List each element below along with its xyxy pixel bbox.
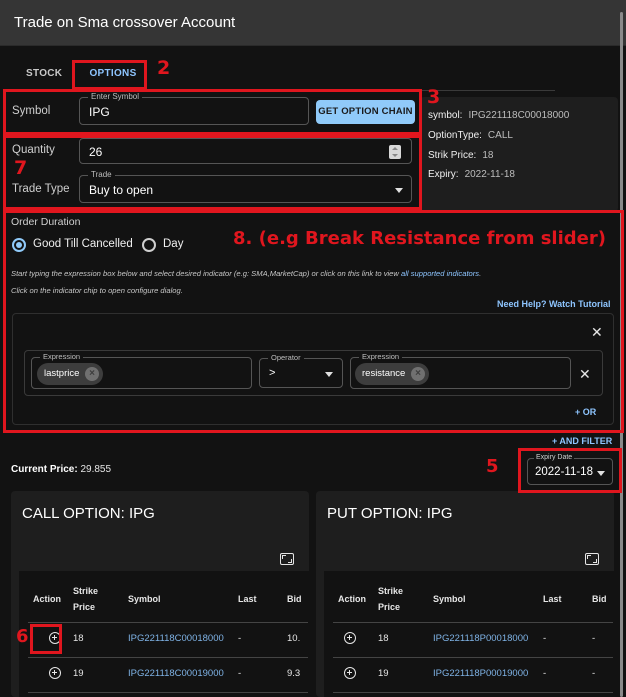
col-symbol: Symbol [433, 594, 466, 604]
cell-symbol[interactable]: IPG221118C00019000 [128, 668, 224, 679]
cell-last: - [238, 668, 242, 679]
cell-symbol[interactable]: IPG221118P00019000 [433, 668, 528, 679]
col-action: Action [33, 594, 61, 604]
call-card-title: CALL OPTION: IPG [22, 505, 155, 522]
cell-bid: 10. [287, 633, 301, 644]
annotation-box-add-action [30, 624, 62, 654]
annotation-number-6: 6 [16, 626, 29, 647]
row-divider [28, 692, 308, 693]
info-key: Strik Price: [428, 150, 477, 161]
info-value: 18 [482, 150, 494, 161]
info-expiry: Expiry: 2022-11-18 [428, 169, 515, 180]
cell-strike: 19 [378, 668, 389, 679]
annotation-number-3: 3 [427, 86, 441, 108]
annotation-box-symbol [3, 89, 422, 135]
current-price: Current Price: 29.855 [11, 464, 111, 475]
col-bid: Bid [287, 594, 302, 604]
fullscreen-icon[interactable] [280, 553, 294, 565]
info-option-type: OptionType: CALL [428, 130, 513, 141]
info-key: Expiry: [428, 169, 459, 180]
annotation-number-5: 5 [486, 456, 499, 477]
col-symbol: Symbol [128, 594, 161, 604]
cell-last: - [238, 633, 242, 644]
cell-strike: 18 [378, 633, 389, 644]
call-option-card: CALL OPTION: IPG Action Strike Price Sym… [11, 491, 309, 697]
dialog-title-bar: Trade on Sma crossover Account [0, 0, 626, 46]
put-option-card: PUT OPTION: IPG Action Strike Price Symb… [316, 491, 614, 697]
fullscreen-icon[interactable] [585, 553, 599, 565]
put-options-table: Action Strike Price Symbol Last Bid 18 I… [324, 571, 614, 697]
add-option-icon[interactable] [344, 667, 356, 679]
col-strike-price: Strike Price [73, 586, 99, 612]
cell-strike: 19 [73, 668, 84, 679]
call-options-table: Action Strike Price Symbol Last Bid 18 I… [19, 571, 309, 697]
cell-symbol[interactable]: IPG221118C00018000 [128, 633, 224, 644]
info-key: OptionType: [428, 130, 482, 141]
cell-last: - [543, 668, 547, 679]
annotation-box-options-tab [72, 60, 147, 90]
row-divider [28, 622, 308, 623]
annotation-number-2: 2 [157, 57, 171, 79]
col-last: Last [238, 594, 257, 604]
cell-strike: 18 [73, 633, 84, 644]
cell-last: - [543, 633, 547, 644]
selected-option-card: symbol: IPG221118C00018000 OptionType: CAL… [420, 97, 618, 212]
annotation-number-7: 7 [14, 157, 28, 179]
cell-bid: - [592, 668, 596, 679]
info-strike-price: Strik Price: 18 [428, 150, 493, 161]
tab-stock[interactable]: STOCK [26, 62, 62, 88]
dialog-title: Trade on Sma crossover Account [14, 14, 236, 31]
current-price-value: 29.855 [80, 464, 112, 475]
put-card-title: PUT OPTION: IPG [327, 505, 453, 522]
info-value: 2022-11-18 [464, 169, 515, 180]
info-value: CALL [487, 130, 513, 141]
cell-symbol[interactable]: IPG221118P00018000 [433, 633, 528, 644]
info-key: symbol: [428, 110, 463, 121]
row-divider [333, 657, 613, 658]
col-bid: Bid [592, 594, 607, 604]
row-divider [333, 692, 613, 693]
annotation-label-8: 8. (e.g Break Resistance from slider) [233, 228, 606, 249]
add-option-icon[interactable] [344, 632, 356, 644]
add-and-filter-button[interactable]: + AND FILTER [552, 436, 612, 446]
row-divider [28, 657, 308, 658]
cell-bid: 9.3 [287, 668, 301, 679]
cell-bid: - [592, 633, 596, 644]
annotation-box-quantity-trade [3, 135, 422, 210]
col-action: Action [338, 594, 366, 604]
info-symbol: symbol: IPG221118C00018000 [428, 110, 569, 121]
row-divider [333, 622, 613, 623]
info-value: IPG221118C00018000 [468, 110, 570, 121]
add-option-icon[interactable] [49, 667, 61, 679]
current-price-label: Current Price: [11, 464, 78, 475]
annotation-box-expiry [518, 448, 622, 493]
col-last: Last [543, 594, 562, 604]
col-strike-price: Strike Price [378, 586, 404, 612]
